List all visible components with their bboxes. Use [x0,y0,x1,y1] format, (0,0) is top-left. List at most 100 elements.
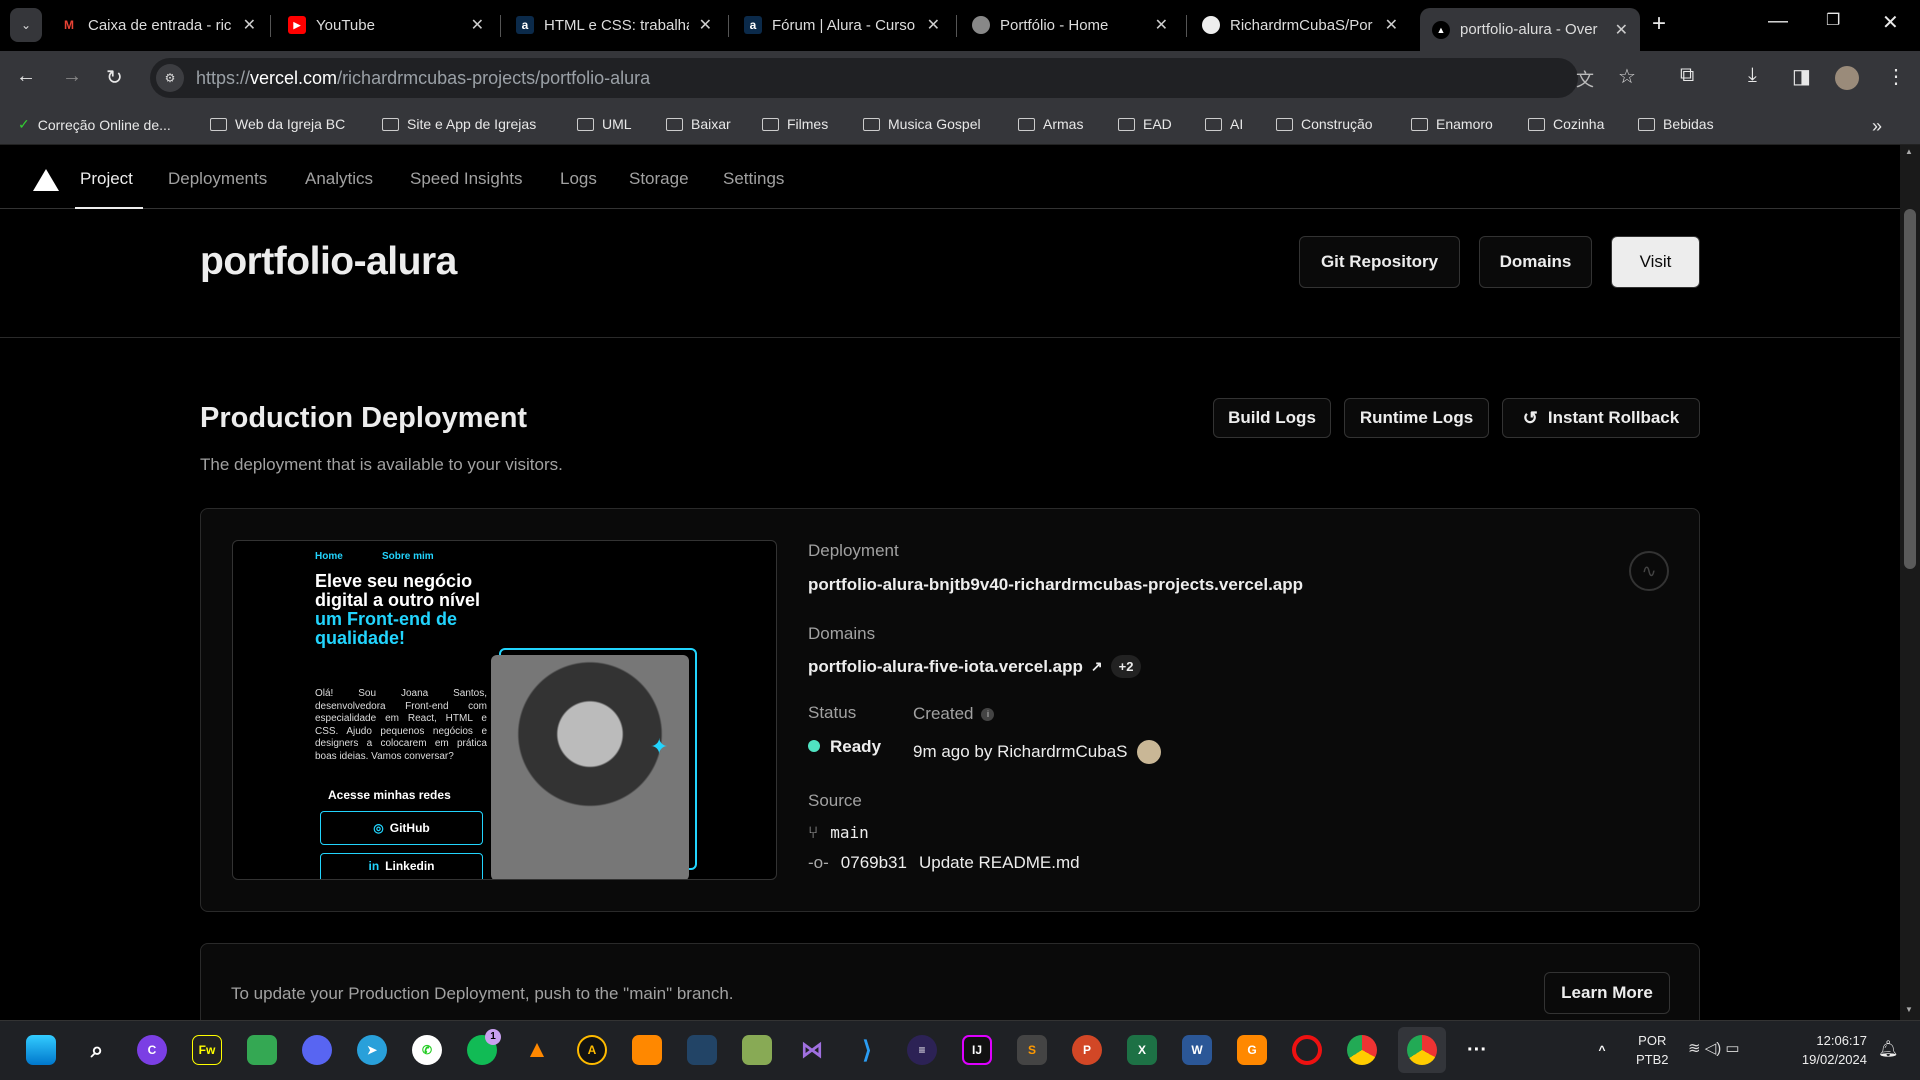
bookmark-folder[interactable]: Baixar [666,116,731,132]
nav-speed-insights[interactable]: Speed Insights [410,169,522,189]
bookmark-folder[interactable]: Bebidas [1638,116,1714,132]
vercel-logo-icon[interactable] [33,169,59,191]
profile-avatar[interactable] [1835,66,1859,90]
pdf-icon[interactable]: G [1237,1035,1267,1065]
domains-button[interactable]: Domains [1479,236,1592,288]
tab-alura-forum[interactable]: a Fórum | Alura - Curso ✕ [732,8,952,42]
back-button[interactable]: ← [16,65,36,88]
close-icon[interactable]: ✕ [243,15,256,35]
search-icon[interactable]: ⌕ [82,1035,112,1065]
bookmark-folder[interactable]: Site e App de Igrejas [382,116,536,132]
commit-row[interactable]: -o- 0769b31 Update README.md [808,853,1080,873]
excel-icon[interactable]: X [1127,1035,1157,1065]
tab-portfolio-home[interactable]: Portfólio - Home ✕ [960,8,1180,42]
close-icon[interactable]: ✕ [927,15,940,35]
bookmark-folder[interactable]: Filmes [762,116,828,132]
tab-github[interactable]: RichardrmCubaS/Por ✕ [1190,8,1410,42]
screenshot-icon[interactable] [632,1035,662,1065]
bookmark-folder[interactable]: Musica Gospel [863,116,981,132]
bookmark-star-icon[interactable]: ☆ [1618,64,1636,89]
notification-bell-icon[interactable]: 🔔︎ [1878,1039,1898,1059]
git-repository-button[interactable]: Git Repository [1299,236,1460,288]
nav-deployments[interactable]: Deployments [168,169,267,189]
minimize-button[interactable]: — [1768,10,1788,33]
mysql-workbench-icon[interactable] [687,1035,717,1065]
visit-button[interactable]: Visit [1611,236,1700,288]
forward-button[interactable]: → [62,65,82,88]
sublime-icon[interactable]: S [1017,1035,1047,1065]
nav-settings[interactable]: Settings [723,169,784,189]
tab-search-button[interactable]: ⌄ [10,8,42,42]
more-bookmarks-icon[interactable]: » [1872,116,1882,137]
page-scrollbar[interactable]: ▲ ▼ [1900,145,1920,1020]
info-icon[interactable]: i [981,707,995,721]
domain-link[interactable]: portfolio-alura-five-iota.vercel.app [808,657,1083,677]
reload-button[interactable]: ↻ [106,65,123,90]
close-window-button[interactable]: ✕ [1882,10,1899,35]
instant-rollback-button[interactable]: ↺ Instant Rollback [1502,398,1700,438]
language-indicator[interactable]: POR PTB2 [1636,1031,1669,1069]
chrome-active-icon[interactable] [1407,1035,1437,1065]
bookmark-folder[interactable]: Cozinha [1528,116,1604,132]
opera-icon[interactable] [1292,1035,1322,1065]
scroll-up-icon[interactable]: ▲ [1905,147,1913,156]
scroll-down-icon[interactable]: ▼ [1905,1005,1913,1014]
network-volume-battery-icons[interactable]: ≋ ◁) ▭ [1688,1039,1740,1057]
whatsapp-icon[interactable]: ✆ [412,1035,442,1065]
restore-button[interactable]: ❐ [1826,10,1840,30]
nav-analytics[interactable]: Analytics [305,169,373,189]
nav-project[interactable]: Project [80,169,133,189]
bookmark-folder[interactable]: AI [1205,116,1243,132]
scrollbar-thumb[interactable] [1904,209,1916,569]
user-avatar[interactable] [1137,740,1162,764]
vscode-icon[interactable]: ⟩ [852,1035,882,1065]
app-icon[interactable] [742,1035,772,1065]
site-settings-icon[interactable]: ⚙ [156,64,184,92]
chrome-icon[interactable] [1347,1035,1377,1065]
bookmark-folder[interactable]: UML [577,116,632,132]
download-icon[interactable]: ⤓ [1748,64,1757,87]
bookmark-folder[interactable]: EAD [1118,116,1172,132]
tab-vercel-active[interactable]: ▲ portfolio-alura - Over ✕ [1420,8,1640,51]
bookmark-folder[interactable]: Enamoro [1411,116,1493,132]
tab-youtube[interactable]: ▶ YouTube ✕ [276,8,496,42]
external-link-icon[interactable]: ↗ [1091,658,1103,675]
fireworks-icon[interactable]: Fw [192,1035,222,1065]
more-apps-icon[interactable]: ··· [1462,1035,1492,1065]
menu-icon[interactable]: ⋮ [1886,64,1906,89]
nav-storage[interactable]: Storage [629,169,689,189]
translate-icon[interactable]: 文 [1576,66,1594,92]
app-icon[interactable]: A [577,1035,607,1065]
canva-icon[interactable]: C [137,1035,167,1065]
bookmark-folder[interactable]: Construção [1276,116,1373,132]
whatsapp-business-icon[interactable]: 1 [467,1029,501,1065]
branch-row[interactable]: ⑂ main [808,823,869,843]
activity-icon[interactable]: ∿ [1629,551,1669,591]
close-icon[interactable]: ✕ [1155,15,1168,35]
extensions-icon[interactable]: ⧉ [1680,64,1694,87]
intellij-icon[interactable]: IJ [962,1035,992,1065]
discord-icon[interactable] [302,1035,332,1065]
learn-more-button[interactable]: Learn More [1544,972,1670,1014]
meet-icon[interactable] [247,1035,277,1065]
powerpoint-icon[interactable]: P [1072,1035,1102,1065]
close-icon[interactable]: ✕ [1615,20,1628,40]
telegram-icon[interactable]: ➤ [357,1035,387,1065]
start-icon[interactable] [26,1035,56,1065]
eclipse-icon[interactable]: ≡ [907,1035,937,1065]
runtime-logs-button[interactable]: Runtime Logs [1344,398,1489,438]
deployment-preview[interactable]: Home Sobre mim Eleve seu negócio digital… [232,540,777,880]
url-text[interactable]: https://vercel.com/richardrmcubas-projec… [196,68,650,89]
tab-alura-html[interactable]: a HTML e CSS: trabalha ✕ [504,8,724,42]
clock[interactable]: 12:06:17 19/02/2024 [1783,1031,1867,1069]
word-icon[interactable]: W [1182,1035,1212,1065]
tray-overflow-icon[interactable]: ^ [1587,1035,1617,1065]
bookmark-folder[interactable]: Web da Igreja BC [210,116,345,132]
new-tab-button[interactable]: + [1652,10,1666,38]
side-panel-icon[interactable]: ◨ [1792,64,1811,89]
close-icon[interactable]: ✕ [1385,15,1398,35]
deployment-url[interactable]: portfolio-alura-bnjtb9v40-richardrmcubas… [808,575,1303,595]
visual-studio-icon[interactable]: ⋈ [797,1035,827,1065]
nav-logs[interactable]: Logs [560,169,597,189]
build-logs-button[interactable]: Build Logs [1213,398,1331,438]
